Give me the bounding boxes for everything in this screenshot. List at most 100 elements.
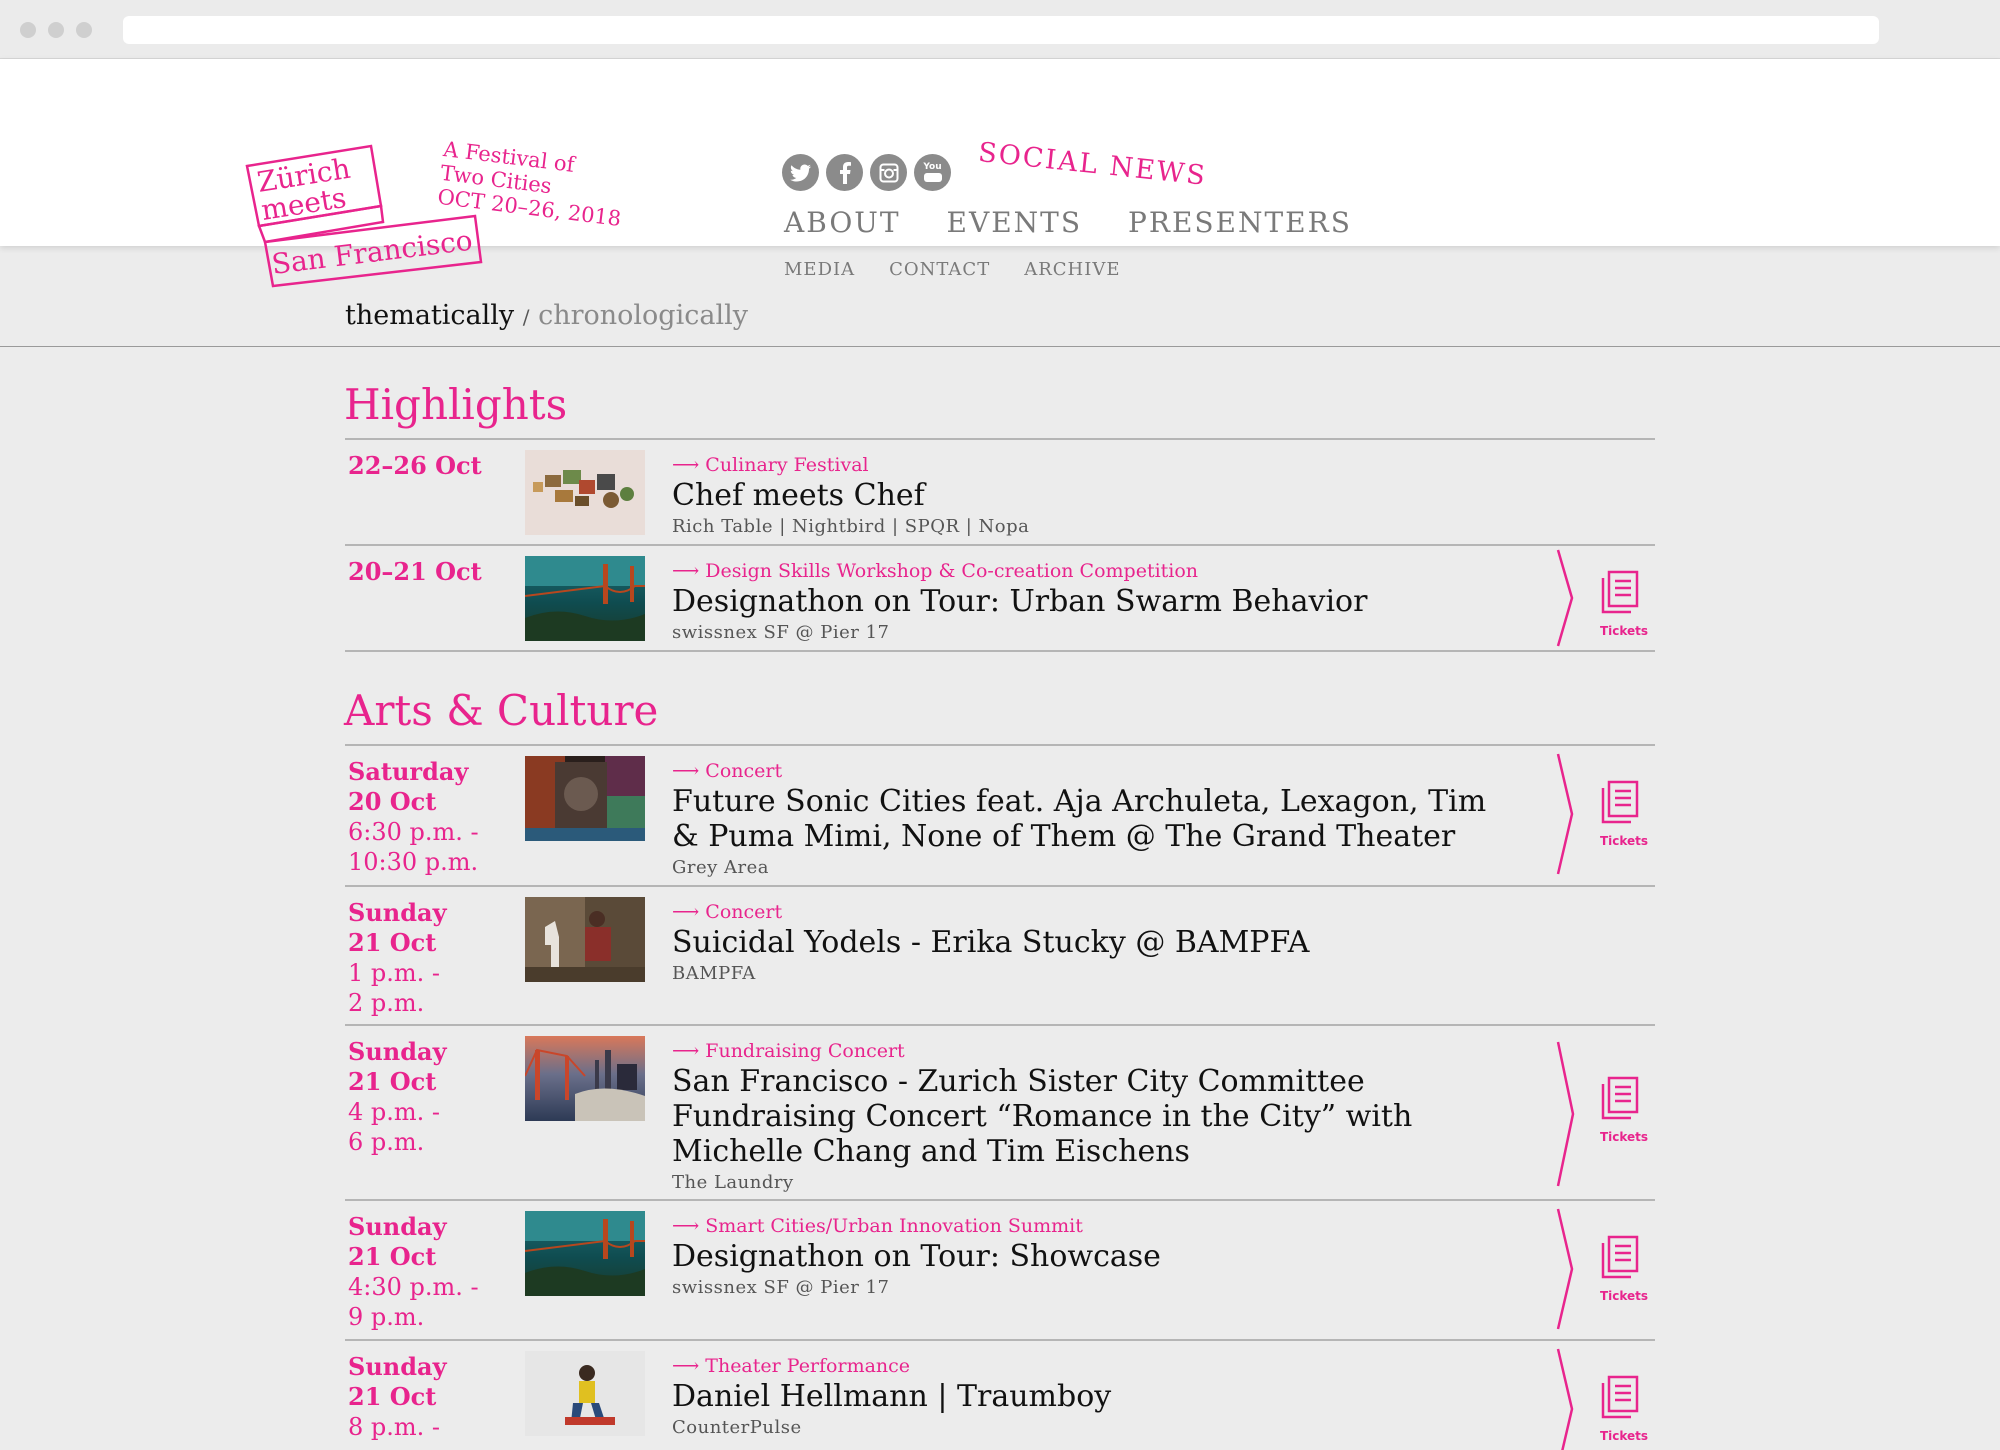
view-separator: / <box>522 305 530 329</box>
event-date-day: 20–21 Oct <box>348 557 482 586</box>
event-date-weekday: Saturday <box>348 757 469 786</box>
event-title[interactable]: Suicidal Yodels - Erika Stucky @ BAMPFA <box>672 925 1502 960</box>
event-date-weekday: Sunday <box>348 1352 447 1381</box>
event-row[interactable]: Sunday 21 Oct 4 p.m. - 6 p.m. ⟶ Fundrais… <box>345 1026 1655 1201</box>
facebook-icon[interactable] <box>826 154 863 191</box>
event-date: Sunday 21 Oct 4 p.m. - 6 p.m. <box>348 1037 447 1157</box>
event-info: ⟶ Concert Future Sonic Cities feat. Aja … <box>672 758 1502 882</box>
window-maximize-dot[interactable] <box>76 22 92 38</box>
tickets-label: Tickets <box>1599 1429 1649 1443</box>
event-title[interactable]: San Francisco - Zurich Sister City Commi… <box>672 1064 1502 1169</box>
view-switch: thematically / chronologically <box>345 300 748 331</box>
event-date-weekday: Sunday <box>348 1037 447 1066</box>
event-thumbnail[interactable] <box>525 1211 645 1296</box>
event-venue: swissnex SF @ Pier 17 <box>672 622 890 643</box>
event-time-start: 4 p.m. - <box>348 1098 441 1126</box>
event-time-end: 6 p.m. <box>348 1128 425 1156</box>
event-category[interactable]: ⟶ Smart Cities/Urban Innovation Summit <box>672 1213 1502 1239</box>
nav-presenters[interactable]: PRESENTERS <box>1128 206 1352 239</box>
event-venue: The Laundry <box>672 1172 794 1193</box>
event-date: 20–21 Oct <box>348 557 482 587</box>
event-thumbnail[interactable] <box>525 1036 645 1121</box>
event-date-day: 21 Oct <box>348 1067 437 1096</box>
event-thumbnail[interactable] <box>525 756 645 841</box>
event-thumbnail[interactable] <box>525 897 645 982</box>
event-title[interactable]: Designathon on Tour: Showcase <box>672 1239 1502 1274</box>
event-date-weekday: Sunday <box>348 898 447 927</box>
view-chronologically[interactable]: chronologically <box>538 300 748 331</box>
event-row[interactable]: Sunday 21 Oct 4:30 p.m. - 9 p.m. ⟶ Smart… <box>345 1201 1655 1341</box>
event-row[interactable]: Saturday 20 Oct 6:30 p.m. - 10:30 p.m. ⟶… <box>345 746 1655 887</box>
nav-media[interactable]: MEDIA <box>784 259 855 280</box>
event-time-start: 1 p.m. - <box>348 959 441 987</box>
event-category[interactable]: ⟶ Fundraising Concert <box>672 1038 1502 1064</box>
view-thematically[interactable]: thematically <box>345 300 514 331</box>
event-category[interactable]: ⟶ Concert <box>672 899 1502 925</box>
window-minimize-dot[interactable] <box>48 22 64 38</box>
event-category[interactable]: ⟶ Theater Performance <box>672 1353 1502 1379</box>
ticket-document-icon <box>1601 1235 1639 1279</box>
event-date: Saturday 20 Oct 6:30 p.m. - 10:30 p.m. <box>348 757 479 877</box>
window-close-dot[interactable] <box>20 22 36 38</box>
ticket-document-icon <box>1601 1375 1639 1419</box>
nav-events[interactable]: EVENTS <box>947 206 1082 239</box>
event-category[interactable]: ⟶ Culinary Festival <box>672 452 1502 478</box>
tickets-button[interactable]: Tickets <box>1555 1207 1655 1333</box>
event-date-day: 20 Oct <box>348 787 437 816</box>
main-navigation: ABOUT EVENTS PRESENTERS <box>784 206 1352 239</box>
browser-chrome <box>0 0 2000 59</box>
twitter-icon[interactable] <box>782 154 819 191</box>
event-time-start: 4:30 p.m. - <box>348 1273 479 1301</box>
social-links: You <box>782 154 951 191</box>
tickets-button[interactable]: Tickets <box>1555 1347 1655 1450</box>
event-thumbnail[interactable] <box>525 556 645 641</box>
event-title[interactable]: Future Sonic Cities feat. Aja Archuleta,… <box>672 784 1502 854</box>
social-news-link[interactable]: SOCIAL NEWS <box>977 137 1209 192</box>
event-info: ⟶ Fundraising Concert San Francisco - Zu… <box>672 1038 1502 1197</box>
event-info: ⟶ Smart Cities/Urban Innovation Summit D… <box>672 1213 1502 1302</box>
section-title-highlights: Highlights <box>344 380 568 429</box>
event-venue: CounterPulse <box>672 1417 802 1438</box>
youtube-icon[interactable]: You <box>914 154 951 191</box>
nav-about[interactable]: ABOUT <box>784 206 901 239</box>
tickets-button[interactable]: Tickets <box>1555 1040 1655 1188</box>
tickets-chevron-icon <box>1556 1208 1639 1330</box>
sub-navigation: MEDIA CONTACT ARCHIVE <box>784 259 1120 280</box>
event-row[interactable]: Sunday 21 Oct 1 p.m. - 2 p.m. ⟶ Concert … <box>345 887 1655 1026</box>
event-date-day: 21 Oct <box>348 1382 437 1411</box>
event-category[interactable]: ⟶ Design Skills Workshop & Co-creation C… <box>672 558 1502 584</box>
event-row[interactable]: Sunday 21 Oct 8 p.m. - ⟶ Theater Perform… <box>345 1341 1655 1450</box>
event-date: Sunday 21 Oct 1 p.m. - 2 p.m. <box>348 898 447 1018</box>
event-title[interactable]: Designathon on Tour: Urban Swarm Behavio… <box>672 584 1502 619</box>
nav-contact[interactable]: CONTACT <box>889 259 990 280</box>
tickets-label: Tickets <box>1599 624 1649 638</box>
event-category[interactable]: ⟶ Concert <box>672 758 1502 784</box>
tickets-button[interactable]: Tickets <box>1555 546 1655 650</box>
event-venue: Grey Area <box>672 857 770 878</box>
youtube-tube-glyph <box>923 173 942 182</box>
address-bar[interactable] <box>123 16 1879 44</box>
tickets-chevron-icon <box>1556 1041 1639 1187</box>
nav-archive[interactable]: ARCHIVE <box>1024 259 1120 280</box>
youtube-icon-text: You <box>923 162 942 172</box>
tickets-label: Tickets <box>1599 1130 1649 1144</box>
event-time-start: 6:30 p.m. - <box>348 818 479 846</box>
event-date-day: 21 Oct <box>348 1242 437 1271</box>
event-date: Sunday 21 Oct 8 p.m. - <box>348 1352 447 1442</box>
event-info: ⟶ Design Skills Workshop & Co-creation C… <box>672 558 1502 647</box>
event-thumbnail[interactable] <box>525 450 645 535</box>
event-info: ⟶ Concert Suicidal Yodels - Erika Stucky… <box>672 899 1502 988</box>
instagram-icon[interactable] <box>870 154 907 191</box>
event-time-end: 2 p.m. <box>348 989 425 1017</box>
tickets-button[interactable]: Tickets <box>1555 752 1655 880</box>
event-title[interactable]: Daniel Hellmann | Traumboy <box>672 1379 1502 1414</box>
event-time-end: 10:30 p.m. <box>348 848 479 876</box>
event-time-end: 9 p.m. <box>348 1303 425 1331</box>
event-venue: swissnex SF @ Pier 17 <box>672 1277 890 1298</box>
event-row[interactable]: 22–26 Oct ⟶ Culinary Festival Chef meets… <box>345 440 1655 546</box>
event-thumbnail[interactable] <box>525 1351 645 1436</box>
section-title-arts-culture: Arts & Culture <box>344 686 659 735</box>
event-title[interactable]: Chef meets Chef <box>672 478 1502 513</box>
event-row[interactable]: 20–21 Oct ⟶ Design Skills Workshop & Co-… <box>345 546 1655 652</box>
logo-text-san-francisco: San Francisco <box>270 224 474 281</box>
